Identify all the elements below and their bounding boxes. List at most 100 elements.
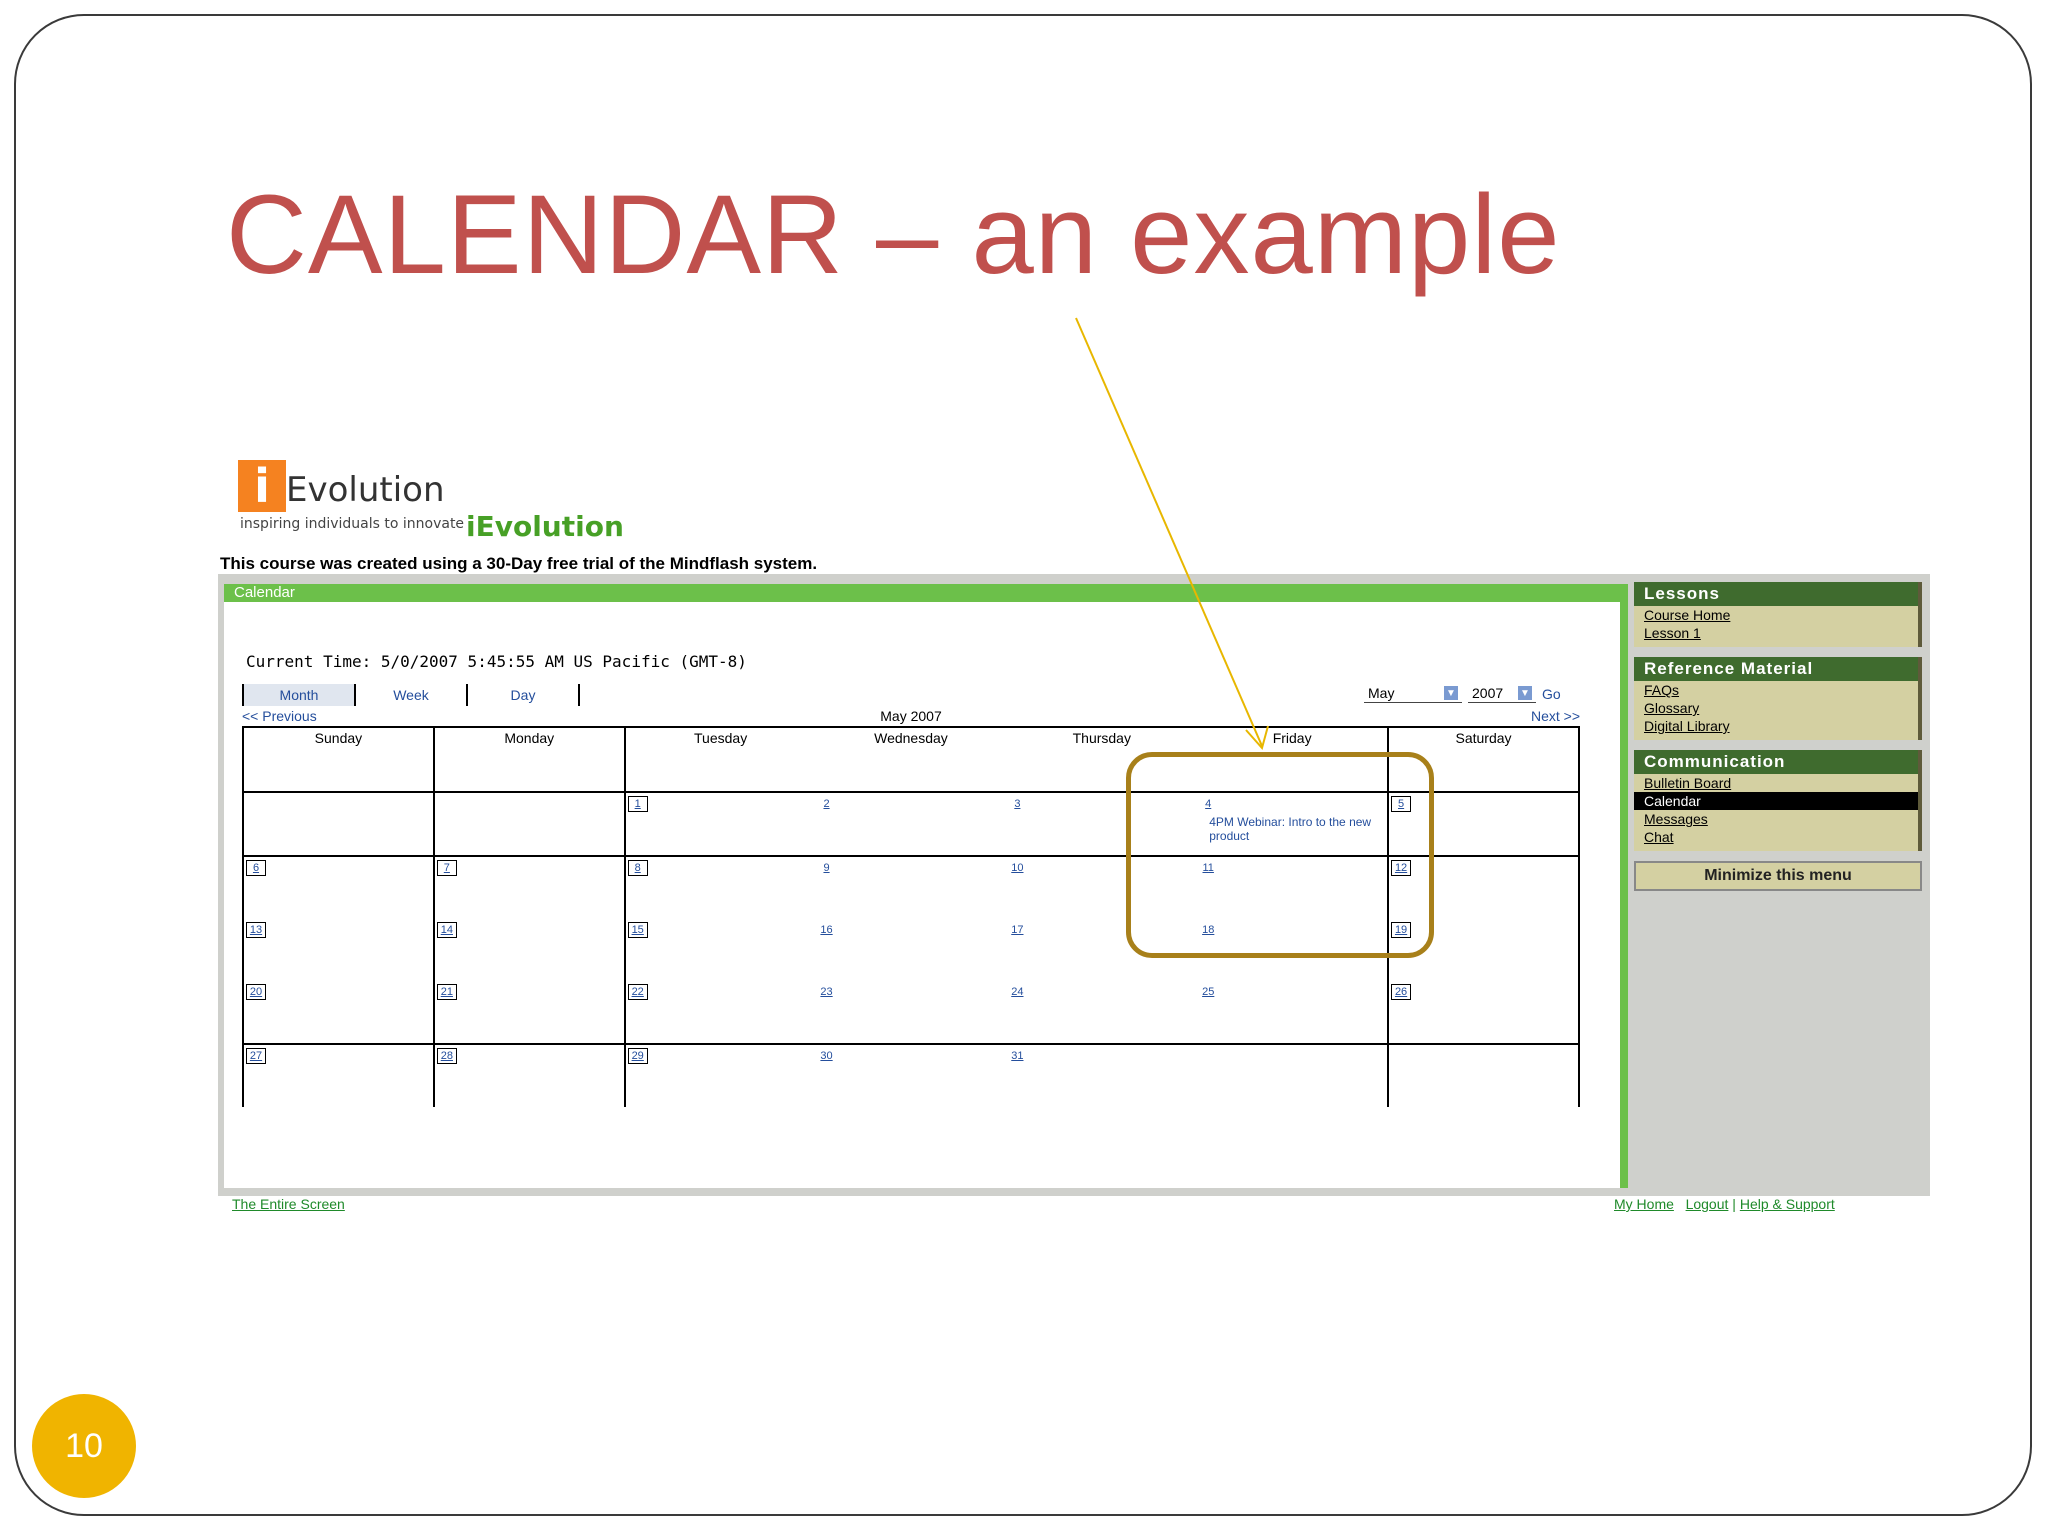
go-button[interactable]: Go [1542,686,1561,702]
month-year-picker: May ▼ 2007 ▼ Go [1364,684,1561,703]
day-number-link[interactable]: 16 [818,923,836,937]
sidebar-item-messages[interactable]: Messages [1634,810,1918,828]
sidebar-item-chat[interactable]: Chat [1634,828,1918,851]
current-time: Current Time: 5/0/2007 5:45:55 AM US Pac… [246,652,747,671]
sidebar: Lessons Course Home Lesson 1 Reference M… [1634,582,1922,891]
lessons-heading: Lessons [1634,582,1918,606]
calendar-header: Calendar [224,584,1620,602]
day-cell[interactable]: 6 [242,855,435,919]
day-number-link[interactable]: 26 [1391,984,1412,1000]
day-cell[interactable]: 1 [623,791,816,856]
day-number-link[interactable]: 17 [1008,923,1026,937]
day-number-link[interactable]: 7 [436,860,457,876]
day-cell[interactable]: 27 [242,1043,435,1107]
tab-day[interactable]: Day [466,684,580,706]
day-cell[interactable]: 13 [242,919,435,981]
sidebar-item-calendar[interactable]: Calendar [1634,792,1918,810]
day-number-link[interactable]: 2 [818,797,836,811]
sidebar-item-lesson-1[interactable]: Lesson 1 [1634,624,1918,647]
logo-word: Evolution [286,470,445,510]
chevron-down-icon: ▼ [1444,686,1458,700]
reference-heading: Reference Material [1634,657,1918,681]
day-cell[interactable]: 29 [623,1043,816,1107]
day-cell[interactable] [432,791,626,856]
day-number-link[interactable]: 29 [627,1048,648,1064]
day-cell[interactable]: 7 [432,855,626,919]
day-number-link[interactable]: 6 [246,860,266,876]
day-cell[interactable]: 21 [432,981,626,1044]
communication-block: Communication Bulletin Board Calendar Me… [1634,750,1922,851]
day-number-link[interactable]: 9 [818,861,836,875]
tab-week[interactable]: Week [354,684,466,706]
day-number-link[interactable]: 20 [246,984,266,1000]
day-number-link[interactable]: 14 [436,922,457,938]
view-tabs: Month Week Day [242,684,580,706]
day-number-link[interactable]: 3 [1008,797,1026,811]
day-number-link[interactable]: 23 [818,985,836,999]
day-number-link[interactable]: 24 [1008,985,1026,999]
help-support-link[interactable]: Help & Support [1740,1196,1835,1212]
day-cell[interactable]: 15 [623,919,816,981]
month-value: May [1368,685,1395,701]
weekday-header: Monday [432,726,626,793]
reference-block: Reference Material FAQs Glossary Digital… [1634,657,1922,740]
day-cell[interactable]: 26 [1387,981,1580,1044]
course-brand: iEvolution [466,510,624,543]
day-number-link[interactable]: 22 [627,984,648,1000]
minimize-menu-button[interactable]: Minimize this menu [1634,861,1922,891]
tab-month[interactable]: Month [242,684,354,706]
day-cell[interactable]: 14 [432,919,626,981]
day-cell[interactable]: 31 [1006,1043,1198,1107]
weekday-header: Tuesday [623,726,816,793]
day-number-link[interactable]: 13 [246,922,266,938]
app-window: Calendar Current Time: 5/0/2007 5:45:55 … [218,574,1930,1196]
day-number-link[interactable]: 8 [627,860,648,876]
day-cell[interactable]: 28 [432,1043,626,1107]
day-cell[interactable]: 8 [623,855,816,919]
weekday-header: Wednesday [815,726,1007,793]
sidebar-item-faqs[interactable]: FAQs [1634,681,1918,699]
day-number-link[interactable]: 15 [627,922,648,938]
day-number-link[interactable]: 1 [627,796,648,812]
day-cell[interactable]: 23 [816,981,1007,1044]
footer-separator: | [1732,1196,1736,1212]
logo-letter: i [238,459,286,513]
day-number-link[interactable]: 28 [436,1048,457,1064]
day-cell[interactable]: 24 [1006,981,1197,1044]
day-cell[interactable]: 16 [816,919,1007,981]
day-number-link[interactable]: 31 [1008,1049,1026,1063]
page-number-badge: 10 [32,1394,136,1498]
day-number-link[interactable]: 27 [246,1048,266,1064]
logo-tagline: inspiring individuals to innovate [240,516,465,532]
day-cell[interactable]: 25 [1197,981,1390,1044]
highlight-box [1126,752,1434,958]
day-cell[interactable]: 20 [242,981,435,1044]
chevron-down-icon: ▼ [1518,686,1532,700]
my-home-link[interactable]: My Home [1614,1196,1674,1212]
day-cell[interactable]: 30 [815,1043,1007,1107]
year-select[interactable]: 2007 ▼ [1468,684,1536,703]
day-number-link[interactable]: 25 [1199,985,1217,999]
day-cell[interactable] [1197,1043,1390,1107]
month-select[interactable]: May ▼ [1364,684,1462,703]
sidebar-item-course-home[interactable]: Course Home [1634,606,1918,624]
day-cell[interactable]: 22 [623,981,816,1044]
logout-link[interactable]: Logout [1686,1196,1729,1212]
entire-screen-link[interactable]: The Entire Screen [232,1196,345,1212]
day-number-link[interactable]: 21 [436,984,457,1000]
day-cell[interactable] [242,791,435,856]
day-cell[interactable]: 9 [815,855,1007,919]
communication-heading: Communication [1634,750,1918,774]
footer-links: My Home Logout | Help & Support [1614,1196,1835,1212]
day-number-link[interactable]: 10 [1008,861,1026,875]
table-row: 20 21 22 23 24 25 26 [242,981,1580,1044]
weekday-header: Sunday [242,726,435,793]
next-link[interactable]: Next >> [1531,708,1580,724]
day-cell[interactable]: 2 [815,791,1007,856]
day-number-link[interactable]: 30 [818,1049,836,1063]
sidebar-item-bulletin-board[interactable]: Bulletin Board [1634,774,1918,792]
year-value: 2007 [1472,685,1504,701]
sidebar-item-glossary[interactable]: Glossary [1634,699,1918,717]
sidebar-item-digital-library[interactable]: Digital Library [1634,717,1918,740]
day-cell[interactable] [1387,1043,1580,1107]
